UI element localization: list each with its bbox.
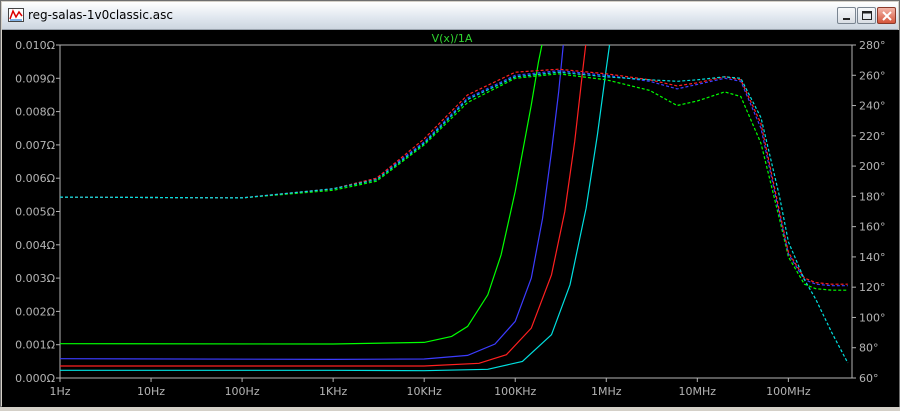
x-tick-label: 1Hz — [49, 385, 70, 398]
y-left-tick-label: 0.004Ω — [15, 239, 55, 252]
series-magnitude-line — [60, 45, 587, 367]
minimize-button[interactable] — [837, 7, 856, 24]
minimize-icon — [843, 18, 850, 20]
title-bar[interactable]: reg-salas-1v0classic.asc — [2, 2, 898, 30]
maximize-icon — [862, 11, 872, 20]
y-left-tick-label: 0.003Ω — [15, 272, 55, 285]
window-title: reg-salas-1v0classic.asc — [28, 8, 173, 22]
y-right-tick-label: 60° — [859, 372, 879, 385]
plot-pane[interactable]: V(x)/1A 1Hz 10Hz 100Hz 1KHz 10KHz 100KHz 1MHz 1… — [2, 30, 899, 407]
x-tick-label: 10KHz — [407, 385, 442, 398]
y-left-tick-label: 0.001Ω — [15, 339, 55, 352]
bode-plot[interactable]: V(x)/1A 1Hz 10Hz 100Hz 1KHz 10KHz 100KHz 1MHz 1… — [2, 30, 899, 407]
ltspice-window: reg-salas-1v0classic.asc V(x)/1A 1Hz 10Hz… — [0, 0, 900, 407]
x-tick-label: 100KHz — [494, 385, 536, 398]
series-magnitude-line — [60, 45, 611, 372]
x-tick-label: 1MHz — [591, 385, 622, 398]
y-right-tick-label: 120° — [859, 281, 886, 294]
x-tick-label: 100MHz — [766, 385, 811, 398]
close-icon — [882, 11, 892, 21]
y-right-tick-label: 260° — [859, 69, 886, 82]
y-right-tick-label: 140° — [859, 251, 886, 264]
y-left-tick-label: 0.008Ω — [15, 106, 55, 119]
series-phase-line — [60, 73, 848, 291]
y-right-tick-label: 100° — [859, 311, 886, 324]
x-tick-label: 10Hz — [137, 385, 165, 398]
plot-frame — [59, 44, 853, 379]
x-tick-label: 10MHz — [679, 385, 717, 398]
y-left-tick-label: 0.010Ω — [15, 39, 55, 52]
close-button[interactable] — [877, 7, 896, 24]
y-right-tick-label: 200° — [859, 160, 886, 173]
series-phase-line — [60, 68, 848, 285]
waveform-app-icon — [8, 8, 24, 22]
y-right-tick-label: 280° — [859, 39, 886, 52]
y-left-tick-label: 0.006Ω — [15, 172, 55, 185]
y-left-tick-label: 0.002Ω — [15, 305, 55, 318]
x-tick-label: 1KHz — [319, 385, 347, 398]
y-right-tick-label: 240° — [859, 100, 886, 113]
y-left-tick-label: 0.009Ω — [15, 72, 55, 85]
y-right-tick-label: 80° — [859, 342, 879, 355]
series-phase-line — [60, 70, 848, 287]
y-right-tick-label: 180° — [859, 190, 886, 203]
y-right-tick-label: 220° — [859, 130, 886, 143]
series-phase-line — [60, 71, 849, 364]
y-left-tick-label: 0.000Ω — [15, 372, 55, 385]
chart-title: V(x)/1A — [432, 32, 473, 45]
y-left-tick-label: 0.007Ω — [15, 139, 55, 152]
x-tick-label: 100Hz — [225, 385, 260, 398]
y-left-tick-label: 0.005Ω — [15, 206, 55, 219]
maximize-button[interactable] — [857, 7, 876, 24]
y-right-tick-label: 160° — [859, 221, 886, 234]
